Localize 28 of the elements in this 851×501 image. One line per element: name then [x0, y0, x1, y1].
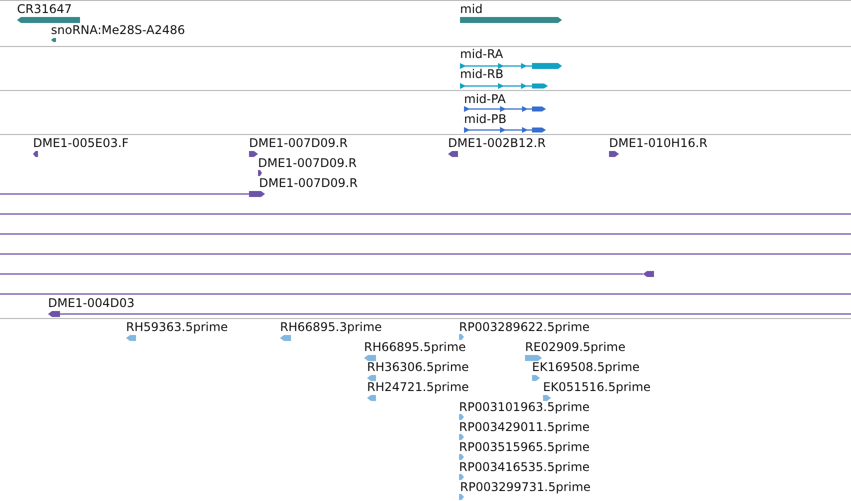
feature-label: EK169508.5prime [532, 360, 640, 374]
feature-label: RP003289622.5prime [459, 320, 590, 334]
feature-label: DME1-007D09.R [249, 136, 348, 150]
feature-label: RP003429011.5prime [459, 420, 590, 434]
feature-label: DME1-007D09.R [258, 156, 357, 170]
feature-label: RH59363.5prime [126, 320, 228, 334]
feature-label: RE02909.5prime [525, 340, 626, 354]
feature-label: mid-PB [464, 112, 506, 126]
feature-label: RH66895.3prime [280, 320, 382, 334]
feature-label: DME1-010H16.R [609, 136, 708, 150]
feature-label: RP003515965.5prime [459, 440, 590, 454]
feature-label: mid [460, 2, 483, 16]
feature-label: RH36306.5prime [367, 360, 469, 374]
feature-label: RP003101963.5prime [459, 400, 590, 414]
feature-label: mid-RA [460, 47, 504, 61]
feature-label: RP003416535.5prime [459, 460, 590, 474]
feature-label: DME1-004D03 [48, 296, 135, 310]
feature-label: DME1-007D09.R [259, 176, 358, 190]
feature-label: snoRNA:Me28S-A2486 [51, 23, 185, 37]
feature-label: EK051516.5prime [543, 380, 651, 394]
feature-label: mid-RB [460, 67, 504, 81]
feature-label: RH24721.5prime [367, 380, 469, 394]
feature-label: DME1-005E03.F [33, 136, 129, 150]
feature-label: RH66895.5prime [364, 340, 466, 354]
feature-label: mid-PA [464, 92, 506, 106]
feature-label: CR31647 [17, 2, 72, 16]
feature-label: RP003299731.5prime [460, 480, 591, 494]
feature-label: DME1-002B12.R [448, 136, 546, 150]
